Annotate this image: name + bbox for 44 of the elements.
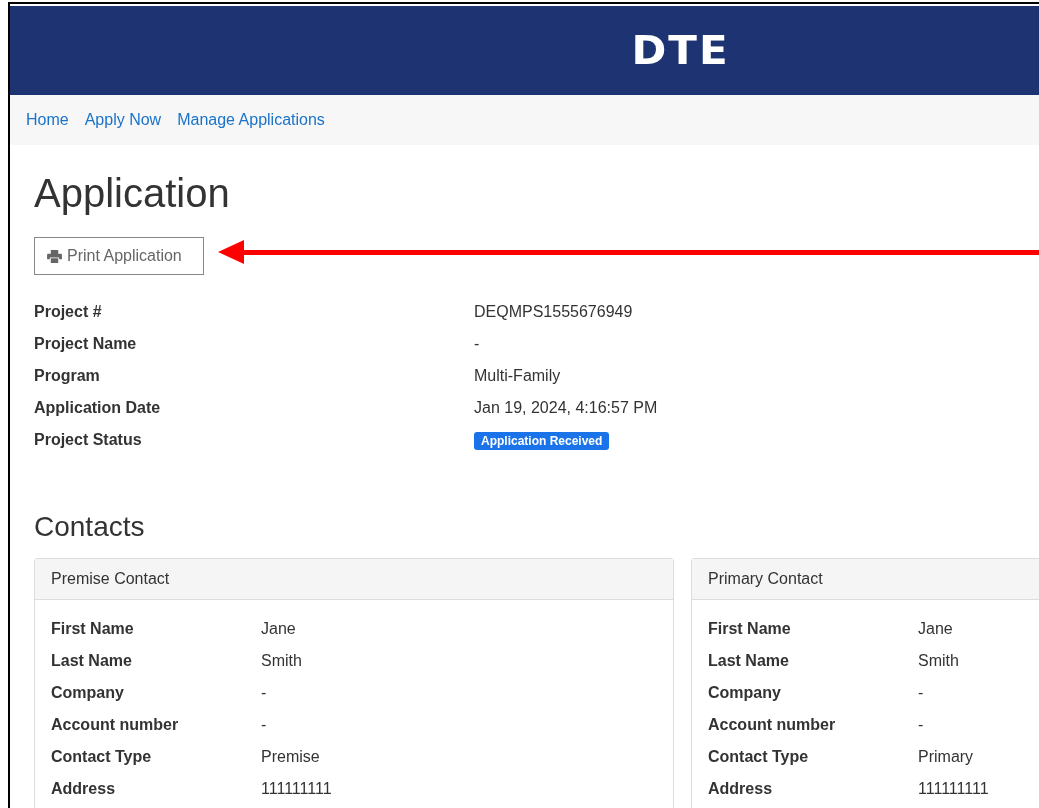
field-value: Jane — [261, 619, 297, 639]
nav-link[interactable]: Apply Now — [84, 111, 162, 129]
field-label: Address — [51, 779, 117, 799]
field-value: Premise — [261, 747, 321, 767]
field-label: Account number — [51, 715, 180, 735]
field-label: Address — [708, 779, 774, 799]
nav-link[interactable]: Manage Applications — [177, 111, 325, 129]
field-label: Project # — [34, 302, 103, 322]
logo[interactable]: DTE — [631, 27, 730, 74]
field-value: Primary — [918, 747, 975, 767]
card-title: Premise Contact — [51, 570, 170, 588]
status-badge: Application Received — [474, 432, 610, 450]
field-label: Last Name — [51, 651, 133, 671]
field-label: Project Status — [34, 430, 143, 450]
print-button[interactable]: Print Application — [34, 237, 204, 275]
field-label: Project Name — [34, 334, 138, 354]
field-value: DEQMPS1555676949 — [474, 303, 633, 320]
field-label: First Name — [708, 619, 792, 639]
field-label: First Name — [51, 619, 135, 639]
field-label: Contact Type — [708, 747, 810, 767]
field-label: Company — [708, 683, 782, 703]
field-label: Application Date — [34, 398, 162, 418]
field-value: - — [918, 715, 925, 735]
nav-link[interactable]: Home — [26, 111, 69, 129]
field-label: Last Name — [708, 651, 790, 671]
printer-icon — [47, 249, 62, 263]
field-value: Multi-Family — [474, 367, 561, 384]
field-value: Jan 19, 2024, 4:16:57 PM — [474, 399, 658, 416]
field-value: - — [261, 715, 268, 735]
field-value: - — [918, 683, 925, 703]
card-title: Primary Contact — [708, 570, 823, 588]
field-value: Smith — [261, 651, 303, 671]
field-value: - — [261, 683, 268, 703]
field-value: Smith — [918, 651, 960, 671]
field-value: 111111111 — [261, 779, 333, 799]
page-title: Application — [34, 170, 231, 217]
field-value: 111111111 — [918, 779, 990, 799]
field-value: - — [474, 335, 480, 352]
field-label: Company — [51, 683, 125, 703]
field-label: Program — [34, 366, 101, 386]
field-label: Account number — [708, 715, 837, 735]
section-title: Contacts — [34, 510, 146, 544]
field-label: Contact Type — [51, 747, 153, 767]
field-value: Jane — [918, 619, 954, 639]
